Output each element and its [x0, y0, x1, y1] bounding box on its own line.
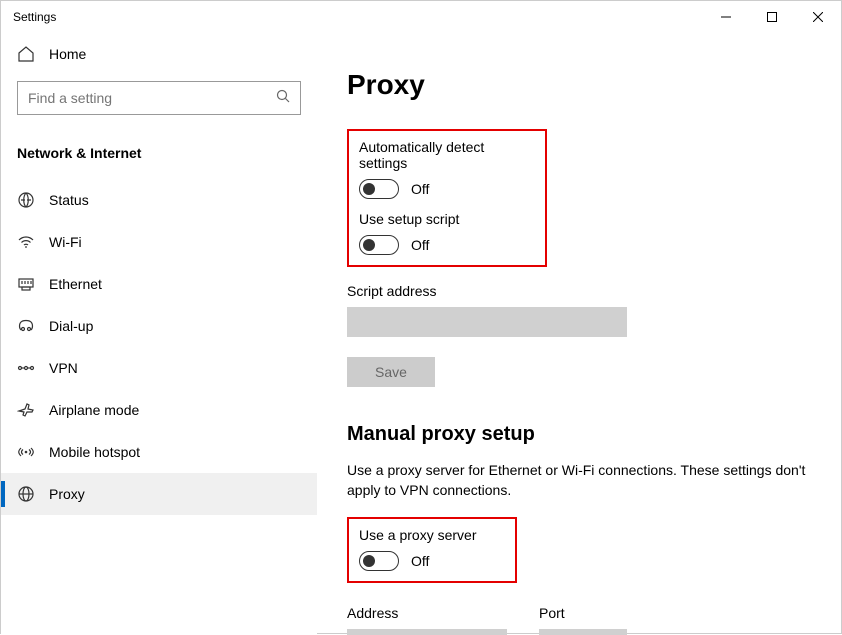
close-icon: [813, 12, 823, 22]
sidebar-item-proxy[interactable]: Proxy: [1, 473, 317, 515]
hotspot-icon: [17, 443, 35, 461]
setup-script-state: Off: [411, 237, 429, 253]
auto-detect-label: Automatically detect settings: [359, 139, 535, 171]
address-label: Address: [347, 605, 507, 621]
manual-setup-title: Manual proxy setup: [347, 423, 811, 446]
minimize-button[interactable]: [703, 1, 749, 33]
sidebar-item-label: Ethernet: [49, 276, 102, 292]
sidebar-item-label: VPN: [49, 360, 78, 376]
sidebar-item-wifi[interactable]: Wi-Fi: [1, 221, 317, 263]
sidebar-item-status[interactable]: Status: [1, 179, 317, 221]
search-icon: [276, 89, 290, 108]
ethernet-icon: [17, 275, 35, 293]
sidebar-item-dialup[interactable]: Dial-up: [1, 305, 317, 347]
sidebar-item-label: Status: [49, 192, 89, 208]
use-proxy-highlight: Use a proxy server Off: [347, 517, 517, 583]
port-input[interactable]: [539, 629, 627, 635]
proxy-icon: [17, 485, 35, 503]
use-proxy-label: Use a proxy server: [359, 527, 505, 543]
content-pane: Proxy Automatically detect settings Off …: [317, 33, 841, 635]
setup-script-label: Use setup script: [359, 211, 535, 227]
use-proxy-toggle[interactable]: [359, 551, 399, 571]
auto-detect-toggle[interactable]: [359, 179, 399, 199]
sidebar: Home Network & Internet Status Wi-Fi Eth…: [1, 33, 317, 635]
sidebar-item-vpn[interactable]: VPN: [1, 347, 317, 389]
sidebar-item-label: Proxy: [49, 486, 85, 502]
save-button[interactable]: Save: [347, 357, 435, 387]
script-address-input[interactable]: [347, 307, 627, 337]
page-title: Proxy: [347, 69, 811, 101]
sidebar-section-label: Network & Internet: [1, 121, 317, 179]
dialup-icon: [17, 317, 35, 335]
sidebar-item-ethernet[interactable]: Ethernet: [1, 263, 317, 305]
sidebar-item-label: Mobile hotspot: [49, 444, 140, 460]
status-icon: [17, 191, 35, 209]
vpn-icon: [17, 359, 35, 377]
setup-script-toggle[interactable]: [359, 235, 399, 255]
auto-proxy-highlight: Automatically detect settings Off Use se…: [347, 129, 547, 267]
home-icon: [17, 45, 35, 63]
sidebar-item-label: Dial-up: [49, 318, 93, 334]
search-input[interactable]: [17, 81, 301, 115]
maximize-icon: [767, 12, 777, 22]
titlebar: Settings: [1, 1, 841, 33]
script-address-label: Script address: [347, 283, 811, 299]
use-proxy-state: Off: [411, 553, 429, 569]
auto-detect-state: Off: [411, 181, 429, 197]
close-button[interactable]: [795, 1, 841, 33]
manual-setup-desc: Use a proxy server for Ethernet or Wi-Fi…: [347, 460, 811, 501]
sidebar-item-label: Airplane mode: [49, 402, 139, 418]
home-label: Home: [49, 46, 86, 62]
sidebar-item-airplane[interactable]: Airplane mode: [1, 389, 317, 431]
minimize-icon: [721, 12, 731, 22]
home-button[interactable]: Home: [1, 33, 317, 75]
sidebar-item-label: Wi-Fi: [49, 234, 82, 250]
wifi-icon: [17, 233, 35, 251]
address-input[interactable]: [347, 629, 507, 635]
search-field[interactable]: [28, 90, 276, 106]
port-label: Port: [539, 605, 627, 621]
window-title: Settings: [13, 10, 703, 24]
airplane-icon: [17, 401, 35, 419]
sidebar-item-hotspot[interactable]: Mobile hotspot: [1, 431, 317, 473]
maximize-button[interactable]: [749, 1, 795, 33]
